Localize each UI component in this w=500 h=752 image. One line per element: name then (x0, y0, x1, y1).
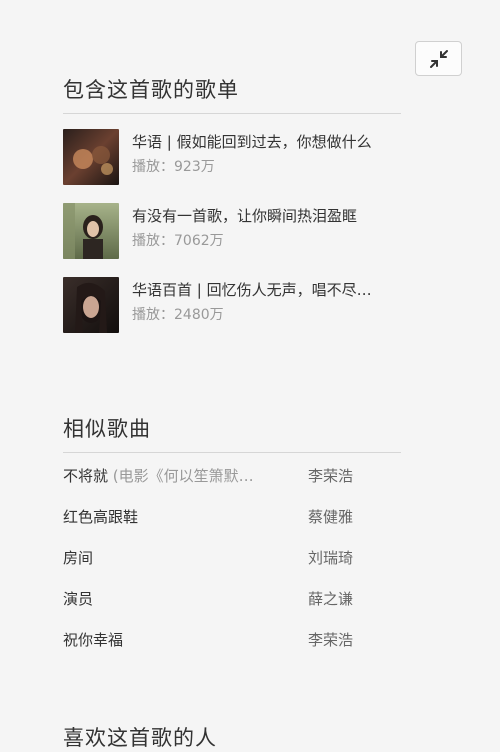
song-name[interactable]: 演员 (63, 588, 308, 609)
song-row[interactable]: 祝你幸福 李荣浩 (63, 619, 401, 660)
playlist-play-count: 播放：7062万 (132, 232, 397, 250)
playlist-play-count: 播放：923万 (132, 158, 397, 176)
playlist-cover-image[interactable] (63, 203, 119, 259)
song-name[interactable]: 房间 (63, 547, 308, 568)
play-count-label: 播放： (132, 159, 174, 175)
playlist-title[interactable]: 华语百首 | 回忆伤人无声，唱不尽… (132, 280, 397, 300)
song-name[interactable]: 祝你幸福 (63, 629, 308, 650)
song-row[interactable]: 红色高跟鞋 蔡健雅 (63, 496, 401, 537)
listeners-section-title: 喜欢这首歌的人 (63, 726, 217, 750)
song-title[interactable]: 不将就 (63, 467, 108, 485)
play-count-value: 923万 (174, 159, 215, 175)
playlist-item[interactable]: 华语 | 假如能回到过去，你想做什么 播放：923万 (63, 129, 401, 185)
playlist-play-count: 播放：2480万 (132, 306, 397, 324)
song-name[interactable]: 红色高跟鞋 (63, 506, 308, 527)
song-artist[interactable]: 李荣浩 (308, 629, 353, 650)
play-count-value: 2480万 (174, 307, 224, 323)
playlist-title[interactable]: 华语 | 假如能回到过去，你想做什么 (132, 132, 397, 152)
similar-songs-title: 相似歌曲 (63, 415, 401, 453)
play-count-value: 7062万 (174, 233, 224, 249)
song-row[interactable]: 房间 刘瑞琦 (63, 537, 401, 578)
play-count-label: 播放： (132, 307, 174, 323)
song-name[interactable]: 不将就 (电影《何以笙箫默… (63, 465, 308, 486)
song-artist[interactable]: 刘瑞琦 (308, 547, 353, 568)
song-artist[interactable]: 蔡健雅 (308, 506, 353, 527)
playlist-cover-image[interactable] (63, 277, 119, 333)
playlists-section: 包含这首歌的歌单 华语 | 假如能回到过去，你想做什么 播放：923万 有没有一… (63, 76, 401, 333)
playlists-section-title: 包含这首歌的歌单 (63, 76, 401, 114)
song-title[interactable]: 红色高跟鞋 (63, 508, 138, 526)
song-title[interactable]: 房间 (63, 549, 93, 567)
collapse-arrows-icon (429, 49, 448, 68)
song-row[interactable]: 不将就 (电影《何以笙箫默… 李荣浩 (63, 455, 401, 496)
song-subtitle: (电影《何以笙箫默… (108, 467, 254, 485)
song-artist[interactable]: 薛之谦 (308, 588, 353, 609)
playlist-item[interactable]: 华语百首 | 回忆伤人无声，唱不尽… 播放：2480万 (63, 277, 401, 333)
collapse-button[interactable] (415, 41, 462, 76)
song-title[interactable]: 祝你幸福 (63, 631, 123, 649)
playlist-title[interactable]: 有没有一首歌，让你瞬间热泪盈眶 (132, 206, 397, 226)
play-count-label: 播放： (132, 233, 174, 249)
song-row[interactable]: 演员 薛之谦 (63, 578, 401, 619)
playlist-item[interactable]: 有没有一首歌，让你瞬间热泪盈眶 播放：7062万 (63, 203, 401, 259)
song-artist[interactable]: 李荣浩 (308, 465, 353, 486)
similar-songs-section: 相似歌曲 不将就 (电影《何以笙箫默… 李荣浩 红色高跟鞋 蔡健雅 房间 刘瑞琦… (63, 415, 401, 660)
playlist-cover-image[interactable] (63, 129, 119, 185)
song-title[interactable]: 演员 (63, 590, 93, 608)
